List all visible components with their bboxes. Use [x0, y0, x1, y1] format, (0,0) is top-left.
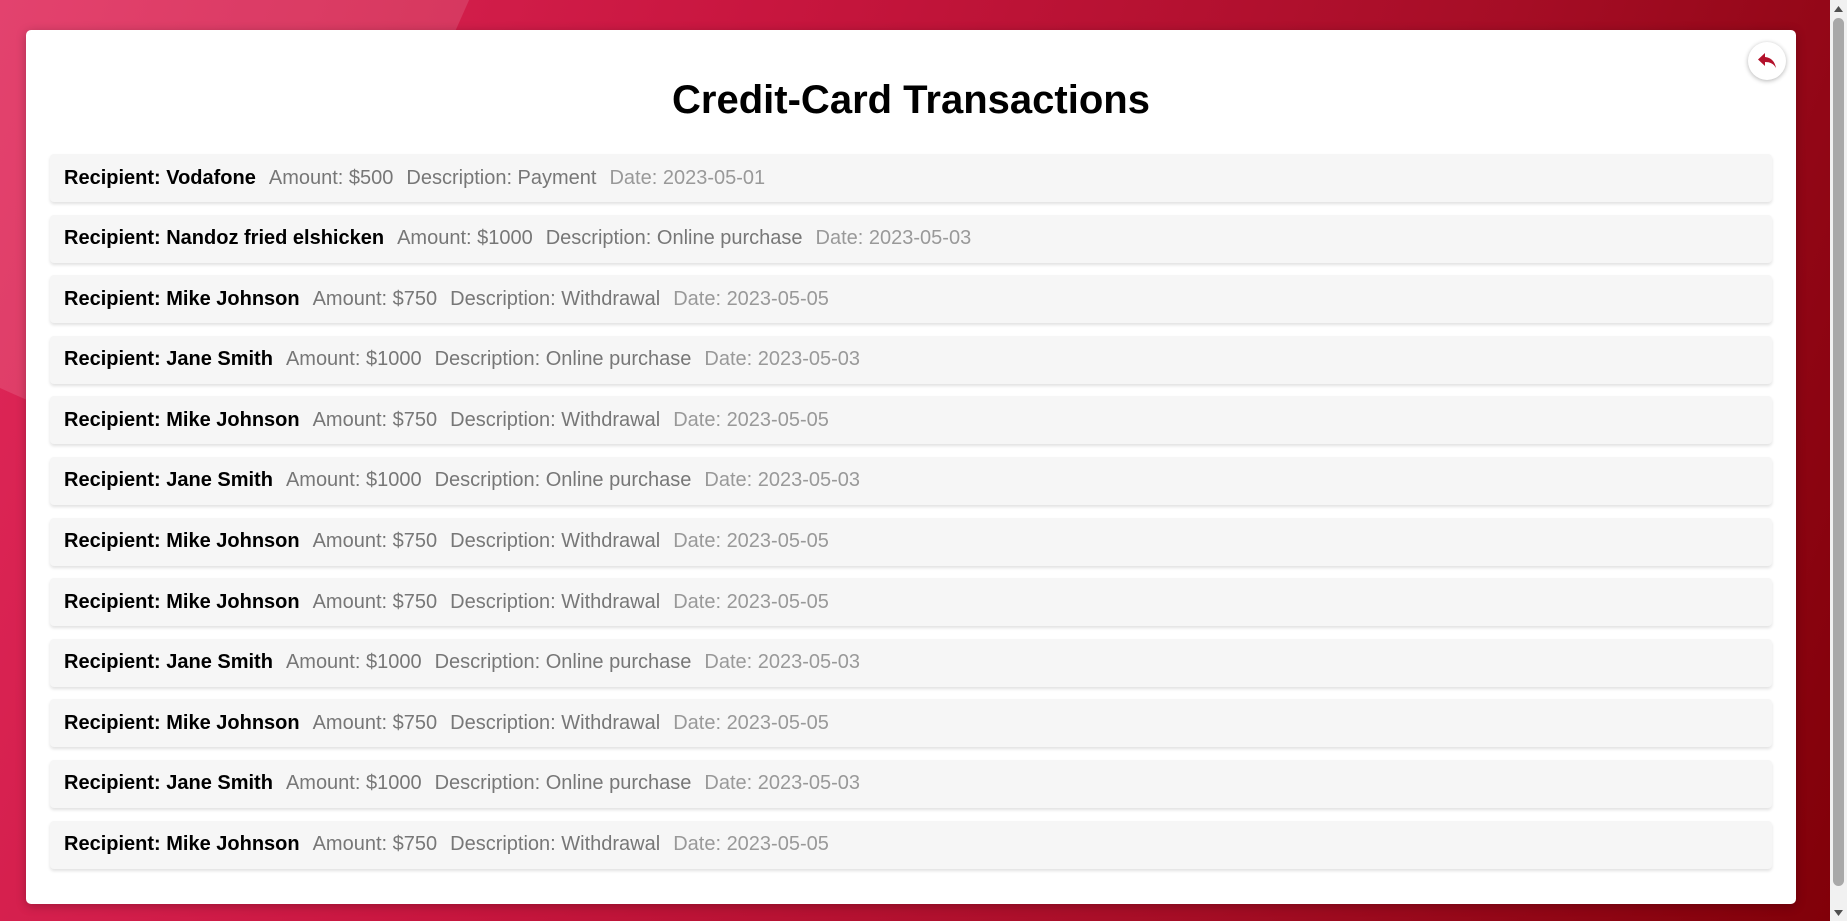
transaction-description: Description: Online purchase [434, 348, 692, 371]
transaction-recipient: Recipient: Jane Smith [64, 651, 273, 674]
transaction-amount: Amount: $1000 [285, 469, 422, 492]
back-button[interactable] [1748, 42, 1786, 80]
transaction-row[interactable]: Recipient: Jane Smith Amount: $1000 Desc… [50, 759, 1772, 808]
transaction-row[interactable]: Recipient: Jane Smith Amount: $1000 Desc… [50, 335, 1772, 384]
transaction-recipient: Recipient: Jane Smith [64, 469, 273, 492]
transaction-date: Date: 2023-05-03 [704, 772, 861, 795]
transaction-description: Description: Withdrawal [450, 530, 661, 553]
transaction-row[interactable]: Recipient: Mike Johnson Amount: $750 Des… [50, 578, 1772, 627]
transaction-description: Description: Online purchase [434, 469, 692, 492]
transaction-amount: Amount: $750 [312, 408, 438, 431]
transaction-recipient: Recipient: Nandoz fried elshicken [64, 227, 385, 250]
transactions-card: Credit-Card Transactions Recipient: Voda… [26, 30, 1796, 904]
transaction-description: Description: Withdrawal [450, 287, 661, 310]
transaction-recipient: Recipient: Mike Johnson [64, 833, 300, 856]
transaction-list: Recipient: Vodafone Amount: $500 Descrip… [50, 154, 1772, 881]
transaction-row[interactable]: Recipient: Vodafone Amount: $500 Descrip… [50, 154, 1772, 202]
transaction-date: Date: 2023-05-03 [704, 469, 861, 492]
transaction-recipient: Recipient: Mike Johnson [64, 711, 300, 734]
transaction-amount: Amount: $750 [312, 590, 438, 613]
transaction-amount: Amount: $750 [312, 833, 438, 856]
scroll-up-arrow-icon[interactable] [1830, 0, 1847, 17]
transaction-date: Date: 2023-05-03 [815, 227, 972, 250]
transaction-description: Description: Withdrawal [450, 590, 661, 613]
transaction-amount: Amount: $750 [312, 287, 438, 310]
transaction-date: Date: 2023-05-05 [673, 590, 829, 613]
transaction-recipient: Recipient: Mike Johnson [64, 590, 300, 613]
transaction-date: Date: 2023-05-05 [673, 711, 829, 734]
transaction-amount: Amount: $1000 [285, 772, 422, 795]
transaction-description: Description: Online purchase [434, 772, 692, 795]
transaction-date: Date: 2023-05-01 [609, 166, 766, 189]
transaction-amount: Amount: $500 [268, 166, 394, 189]
transaction-row[interactable]: Recipient: Jane Smith Amount: $1000 Desc… [50, 638, 1772, 687]
transaction-amount: Amount: $1000 [285, 651, 422, 674]
transaction-date: Date: 2023-05-03 [704, 348, 861, 371]
transaction-description: Description: Withdrawal [450, 833, 661, 856]
transaction-amount: Amount: $750 [312, 711, 438, 734]
transaction-row[interactable]: Recipient: Mike Johnson Amount: $750 Des… [50, 517, 1772, 566]
transaction-date: Date: 2023-05-05 [673, 530, 829, 553]
transaction-recipient: Recipient: Jane Smith [64, 348, 273, 371]
transaction-recipient: Recipient: Mike Johnson [64, 530, 300, 553]
reply-arrow-icon [1758, 53, 1776, 68]
transaction-recipient: Recipient: Mike Johnson [64, 408, 300, 431]
scroll-down-arrow-icon[interactable] [1830, 904, 1847, 921]
transaction-recipient: Recipient: Jane Smith [64, 772, 273, 795]
transaction-amount: Amount: $750 [312, 530, 438, 553]
transaction-date: Date: 2023-05-05 [673, 408, 829, 431]
page-title: Credit-Card Transactions [672, 78, 1150, 122]
transaction-date: Date: 2023-05-05 [673, 287, 829, 310]
transaction-row[interactable]: Recipient: Mike Johnson Amount: $750 Des… [50, 275, 1772, 324]
transaction-description: Description: Withdrawal [450, 711, 661, 734]
transaction-recipient: Recipient: Mike Johnson [64, 287, 300, 310]
scrollbar-thumb[interactable] [1833, 18, 1844, 886]
transaction-row[interactable]: Recipient: Mike Johnson Amount: $750 Des… [50, 699, 1772, 748]
transaction-row[interactable]: Recipient: Mike Johnson Amount: $750 Des… [50, 396, 1772, 445]
transaction-description: Description: Payment [406, 166, 597, 189]
transaction-description: Description: Online purchase [434, 651, 692, 674]
vertical-scrollbar[interactable] [1830, 0, 1847, 921]
transaction-row[interactable]: Recipient: Jane Smith Amount: $1000 Desc… [50, 456, 1772, 505]
transaction-recipient: Recipient: Vodafone [64, 166, 256, 189]
transaction-date: Date: 2023-05-05 [673, 833, 829, 856]
transaction-description: Description: Online purchase [545, 227, 803, 250]
transaction-amount: Amount: $1000 [397, 227, 533, 250]
transaction-row[interactable]: Recipient: Mike Johnson Amount: $750 Des… [50, 820, 1772, 869]
transaction-description: Description: Withdrawal [450, 408, 661, 431]
transaction-amount: Amount: $1000 [285, 348, 422, 371]
transaction-date: Date: 2023-05-03 [704, 651, 861, 674]
transaction-row[interactable]: Recipient: Nandoz fried elshicken Amount… [50, 214, 1772, 263]
